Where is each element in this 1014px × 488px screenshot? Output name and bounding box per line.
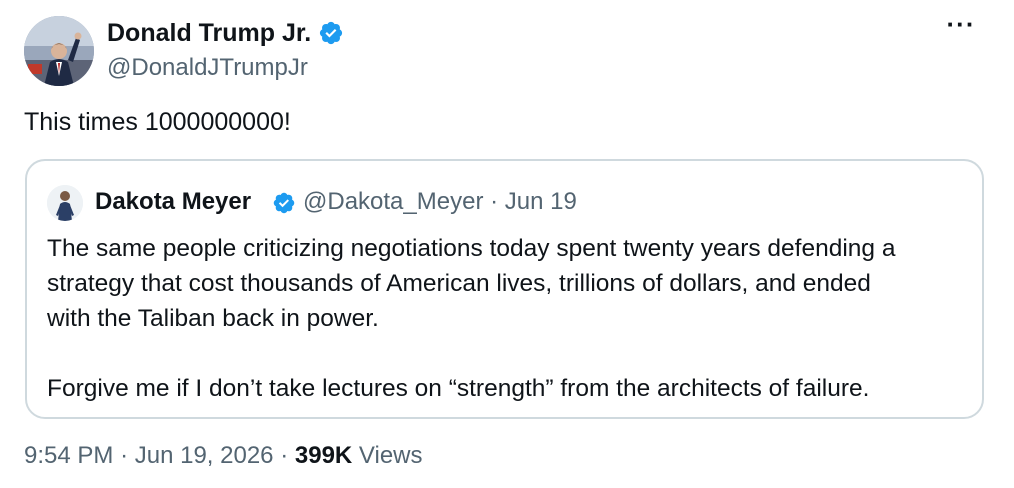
author-avatar[interactable] bbox=[24, 16, 94, 86]
tweet-date[interactable]: Jun 19, 2026 bbox=[135, 442, 274, 469]
paragraph-spacer bbox=[47, 336, 972, 371]
tweet-footer: 9:54 PM · Jun 19, 2026 · 399K Views bbox=[24, 441, 423, 471]
quoted-tweet-text: The same people criticizing negotiations… bbox=[47, 231, 972, 406]
quoted-author-display-name[interactable]: Dakota Meyer bbox=[95, 187, 251, 217]
quoted-author-avatar[interactable] bbox=[47, 185, 83, 221]
tweet-text: This times 1000000000! bbox=[24, 108, 291, 136]
quoted-text-line: strategy that cost thousands of American… bbox=[47, 270, 871, 297]
quoted-meta-separator: · bbox=[490, 188, 499, 215]
author-handle[interactable]: @DonaldJTrumpJr bbox=[107, 54, 308, 82]
verified-badge-icon[interactable] bbox=[318, 20, 344, 46]
more-options-button[interactable]: ··· bbox=[943, 11, 979, 42]
quoted-author-handle[interactable]: @Dakota_Meyer bbox=[303, 188, 483, 215]
footer-separator: · bbox=[280, 442, 289, 469]
quoted-meta: @Dakota_Meyer · Jun 19 bbox=[303, 187, 577, 217]
quoted-text-line: The same people criticizing negotiations… bbox=[47, 235, 896, 262]
quoted-text-line: with the Taliban back in power. bbox=[47, 305, 379, 332]
tweet: Donald Trump Jr. @DonaldJTrumpJr ··· Thi… bbox=[0, 0, 1014, 488]
quoted-text-line: Forgive me if I don’t take lectures on “… bbox=[47, 375, 870, 402]
views-count: 399K bbox=[294, 442, 353, 469]
quoted-date[interactable]: Jun 19 bbox=[505, 188, 577, 215]
quoted-verified-badge-icon[interactable] bbox=[272, 191, 296, 215]
quoted-avatar-photo bbox=[47, 185, 83, 221]
quoted-tweet-card[interactable]: Dakota Meyer @Dakota_Meyer · Jun 19 The … bbox=[25, 159, 984, 419]
views-label: Views bbox=[358, 442, 423, 469]
author-display-name[interactable]: Donald Trump Jr. bbox=[107, 18, 311, 48]
tweet-time[interactable]: 9:54 PM bbox=[24, 442, 113, 469]
footer-separator: · bbox=[120, 442, 129, 469]
avatar-photo bbox=[24, 16, 94, 86]
